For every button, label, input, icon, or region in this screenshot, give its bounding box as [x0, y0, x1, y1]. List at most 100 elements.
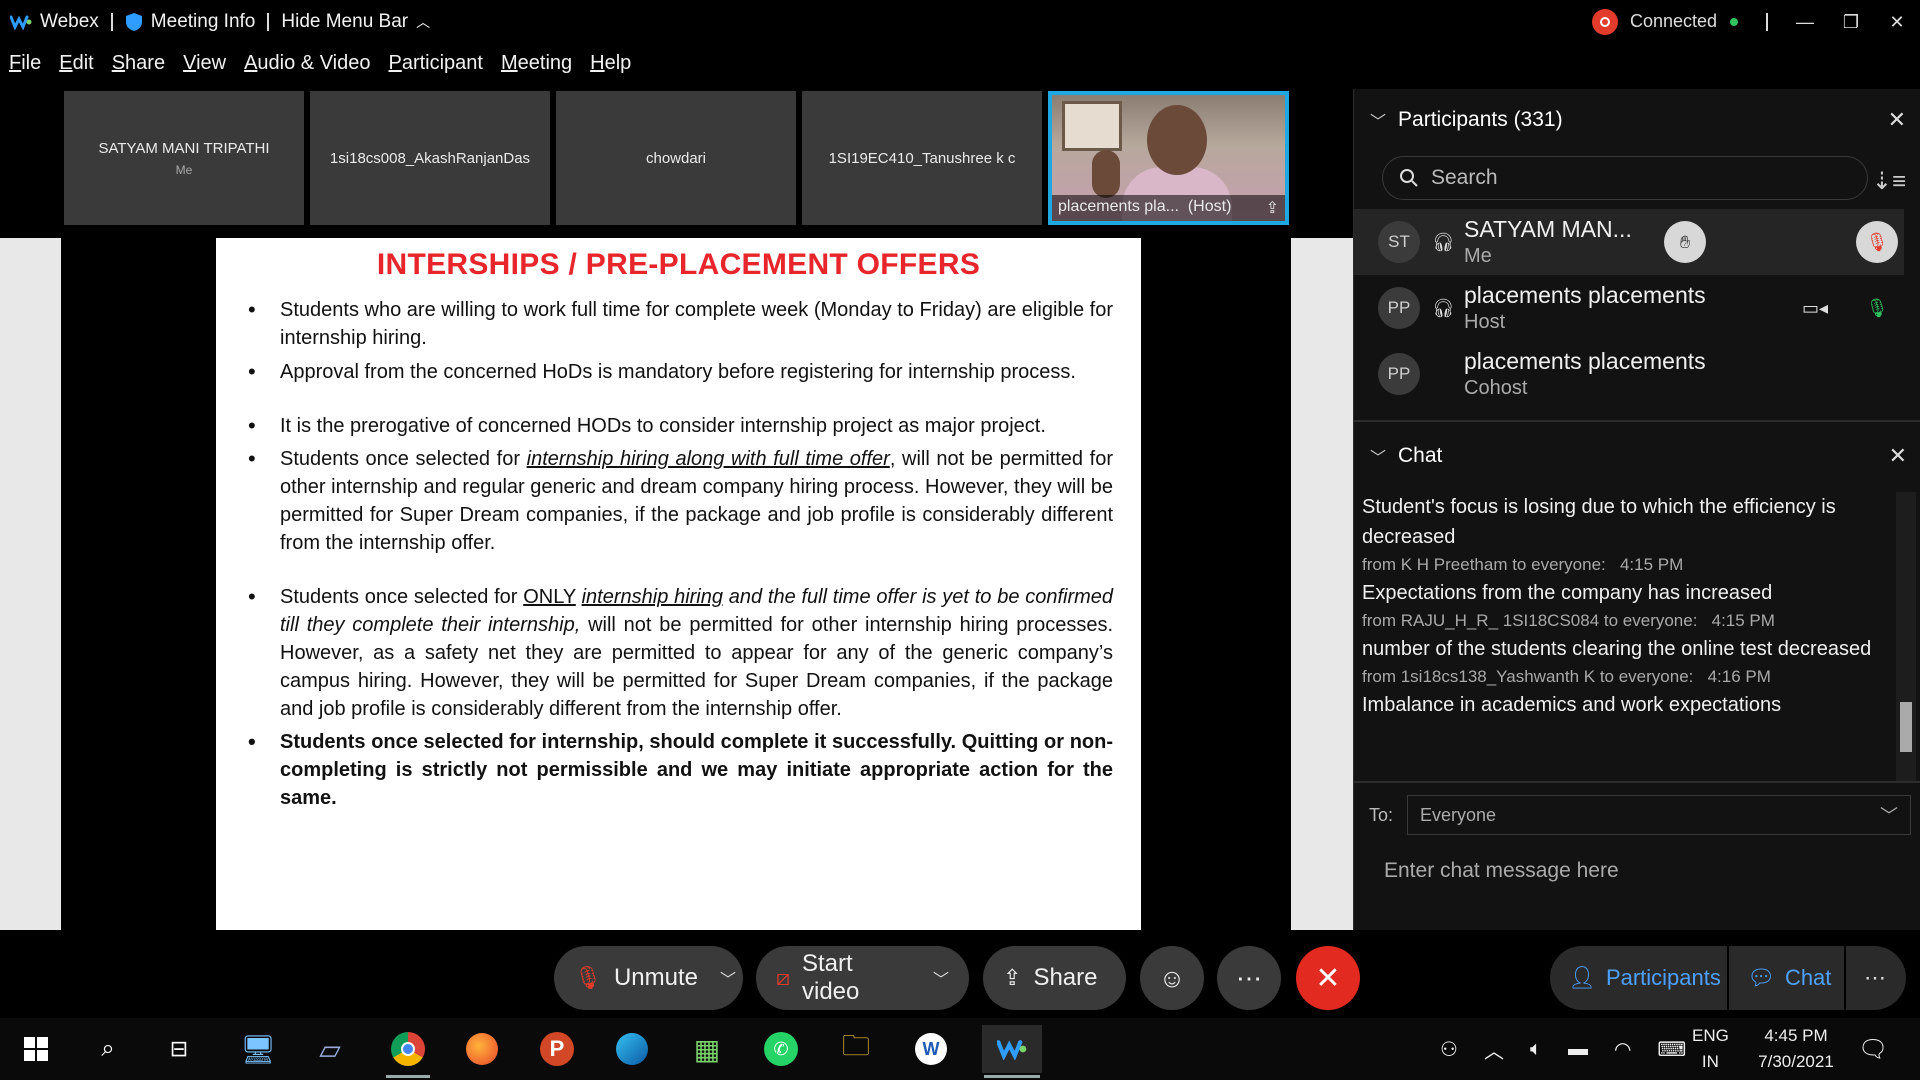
panel-more-icon[interactable]: ⋯: [1846, 946, 1906, 1010]
recipient-select[interactable]: Everyone ﹀: [1407, 795, 1912, 835]
chat-input[interactable]: Enter chat message here: [1384, 859, 1619, 883]
menu-audio-video[interactable]: Audio & Video: [235, 52, 379, 84]
chevron-down-icon[interactable]: ﹀: [933, 966, 949, 990]
mic-muted-icon: 🎙︎: [574, 965, 602, 990]
whatsapp-icon[interactable]: ✆: [757, 1025, 805, 1073]
leave-meeting-icon[interactable]: ✕: [1296, 946, 1360, 1010]
participant-search-input[interactable]: Search: [1382, 156, 1868, 200]
participant-row[interactable]: PP 🎧︎ placements placements Host ▭◂ 🎙︎: [1354, 275, 1904, 341]
windows-start-icon[interactable]: [12, 1025, 60, 1073]
chevron-up-icon[interactable]: ︿: [1484, 1035, 1504, 1064]
webex-app[interactable]: Webex: [10, 11, 99, 33]
task-view-icon[interactable]: ⊟: [155, 1025, 203, 1073]
keyboard-icon[interactable]: ⌨: [1657, 1037, 1686, 1062]
search-icon[interactable]: ⌕: [84, 1025, 132, 1073]
menu-meeting[interactable]: Meeting: [492, 52, 581, 84]
active-speaker-tile[interactable]: placements pla... (Host) ⇪: [1048, 91, 1289, 225]
wifi-icon[interactable]: ◠: [1614, 1037, 1631, 1062]
connection-status: Connected: [1630, 11, 1718, 31]
participant-row[interactable]: ST 🎧︎ SATYAM MAN... Me ✋︎ 🎙︎: [1354, 209, 1904, 275]
restore-icon[interactable]: ❐: [1828, 0, 1874, 44]
slide-title: INTERSHIPS / PRE-PLACEMENT OFFERS: [376, 248, 981, 281]
minimize-icon[interactable]: —: [1782, 0, 1828, 44]
battery-icon[interactable]: ▬: [1568, 1038, 1588, 1061]
mic-on-icon[interactable]: 🎙︎: [1856, 287, 1898, 329]
video-tile[interactable]: 1SI19EC410_Tanushree k c: [802, 91, 1042, 225]
language-indicator[interactable]: ENG IN: [1692, 1018, 1729, 1080]
recording-icon[interactable]: [1592, 9, 1618, 35]
tile-name: SATYAM MANI TRIPATHI: [98, 139, 270, 157]
menu-file[interactable]: File: [0, 52, 50, 84]
sort-icon[interactable]: ⇣≡: [1872, 167, 1906, 196]
participants-header[interactable]: ﹀ Participants (331) ✕: [1354, 89, 1920, 151]
file-explorer-icon[interactable]: 🗀︎: [832, 1025, 880, 1073]
participant-role: Cohost: [1464, 377, 1528, 399]
chat-time: 4:15 PM: [1619, 555, 1684, 574]
firefox-icon[interactable]: [458, 1025, 506, 1073]
notifications-icon[interactable]: 🗨︎: [1858, 1018, 1888, 1080]
volume-icon[interactable]: 🔈︎: [1530, 1038, 1542, 1061]
search-icon: [1400, 169, 1418, 187]
participant-role: Me: [1464, 245, 1492, 267]
computer-icon[interactable]: 🖥︎: [234, 1025, 282, 1073]
more-options-icon[interactable]: ⋯: [1217, 946, 1281, 1010]
webex-taskbar-icon[interactable]: [982, 1025, 1042, 1078]
chat-recipient: To: Everyone ﹀: [1369, 795, 1912, 835]
sharing-icon: ⇪: [1265, 200, 1279, 217]
participants-toggle-button[interactable]: 👤︎ Participants: [1550, 946, 1727, 1010]
meeting-info-button[interactable]: Meeting Info: [125, 11, 255, 33]
chat-toggle-label: Chat: [1784, 965, 1832, 990]
word-app-icon[interactable]: W: [907, 1025, 955, 1073]
slide-bullet: Students once selected for ONLY internsh…: [244, 583, 1113, 723]
participant-row[interactable]: PP placements placements Cohost: [1354, 341, 1904, 407]
chevron-down-icon[interactable]: ﹀: [720, 966, 736, 990]
hide-menu-bar-button[interactable]: Hide Menu Bar ︿: [281, 11, 430, 33]
raise-hand-icon[interactable]: ✋︎: [1664, 221, 1706, 263]
menu-view[interactable]: View: [174, 52, 235, 84]
start-video-button[interactable]: ⧄ Start video ﹀: [756, 946, 969, 1010]
status-dot-icon: [1730, 18, 1738, 26]
title-bar: Webex Meeting Info Hide Menu Bar ︿ Conne…: [0, 0, 1920, 44]
video-tile[interactable]: chowdari: [556, 91, 796, 225]
unmute-button[interactable]: 🎙︎ Unmute ﹀: [554, 946, 743, 1010]
start-video-label: Start video: [802, 950, 860, 1005]
close-window-icon[interactable]: ✕: [1874, 0, 1920, 44]
chat-toggle-button[interactable]: 💬︎ Chat: [1729, 946, 1844, 1010]
close-participants-icon[interactable]: ✕: [1888, 107, 1906, 133]
people-icon[interactable]: ⚇: [1440, 1037, 1458, 1062]
video-off-icon: ⧄: [776, 965, 790, 990]
video-tile[interactable]: 1si18cs008_AkashRanjanDas: [310, 91, 550, 225]
chevron-down-icon[interactable]: ﹀: [1370, 444, 1386, 468]
chat-sender: from 1si18cs138_Yashwanth K to everyone:: [1362, 667, 1694, 686]
slide-bullets: Students who are willing to work full ti…: [244, 296, 1113, 812]
reactions-icon[interactable]: ☺: [1140, 946, 1204, 1010]
notes-app-icon[interactable]: ▱: [306, 1025, 354, 1073]
menu-participant[interactable]: Participant: [379, 52, 492, 84]
menu-edit[interactable]: Edit: [50, 52, 102, 84]
chrome-icon[interactable]: [384, 1025, 432, 1078]
share-button[interactable]: ⇪ Share: [983, 946, 1126, 1010]
panel-divider[interactable]: [1354, 420, 1920, 422]
participants-title: Participants (331): [1398, 108, 1563, 131]
menu-bar: File Edit Share View Audio & Video Parti…: [0, 52, 640, 84]
clock[interactable]: 4:45 PM 7/30/2021: [1746, 1018, 1846, 1080]
menu-share[interactable]: Share: [103, 52, 174, 84]
chat-input-placeholder: Enter chat message here: [1384, 859, 1619, 882]
close-chat-icon[interactable]: ✕: [1889, 443, 1907, 469]
mic-muted-icon[interactable]: 🎙︎: [1856, 221, 1898, 263]
clock-date: 7/30/2021: [1758, 1052, 1834, 1071]
certificate-app-icon[interactable]: ▦: [683, 1025, 731, 1073]
side-panel: ﹀ Participants (331) ✕ Search ⇣≡ ST 🎧︎ S…: [1353, 89, 1920, 930]
chat-scrollbar[interactable]: [1896, 492, 1916, 782]
search-placeholder: Search: [1431, 166, 1498, 189]
participant-name: placements placements: [1464, 348, 1706, 374]
edge-icon[interactable]: [608, 1025, 656, 1073]
hide-menu-label: Hide Menu Bar: [281, 11, 409, 32]
region-code: IN: [1701, 1052, 1719, 1071]
menu-help[interactable]: Help: [581, 52, 640, 84]
video-tile[interactable]: SATYAM MANI TRIPATHI Me: [64, 91, 304, 225]
headset-icon: 🎧︎: [1432, 231, 1455, 252]
powerpoint-icon[interactable]: P: [533, 1025, 581, 1073]
chevron-down-icon[interactable]: ﹀: [1370, 108, 1386, 132]
chat-header[interactable]: ﹀ Chat ✕: [1354, 425, 1920, 487]
